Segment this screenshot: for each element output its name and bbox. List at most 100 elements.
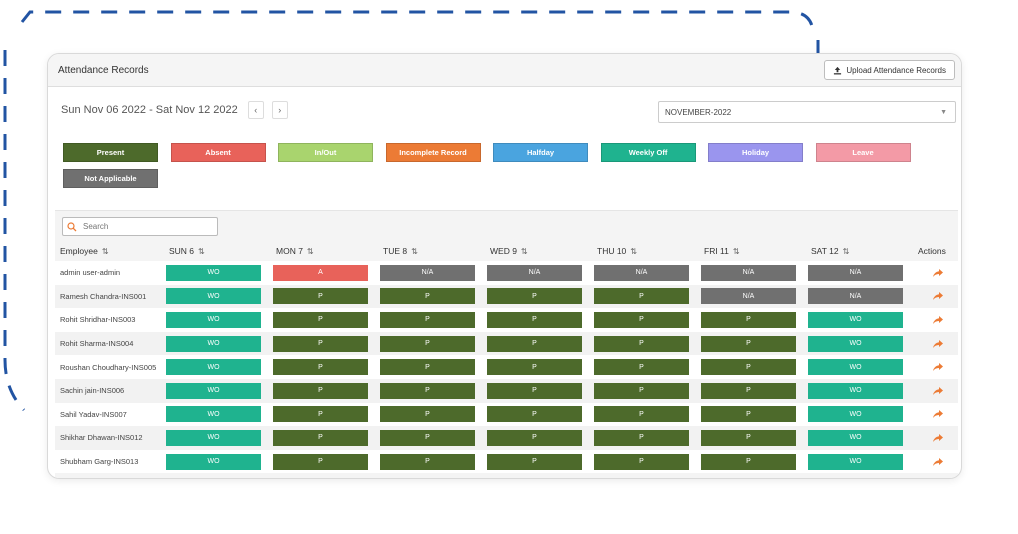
attendance-status-badge[interactable]: P (487, 453, 582, 470)
attendance-status-badge[interactable]: P (594, 359, 689, 376)
attendance-status-badge[interactable]: P (487, 288, 582, 305)
attendance-status-badge[interactable]: P (594, 429, 689, 446)
attendance-status-badge[interactable]: P (380, 335, 475, 352)
column-header-label: WED 9 (490, 245, 517, 256)
attendance-status-badge[interactable]: WO (166, 264, 261, 281)
attendance-status-badge[interactable]: WO (166, 359, 261, 376)
chevron-down-icon: ▼ (940, 109, 947, 116)
attendance-status-badge[interactable]: WO (166, 311, 261, 328)
share-arrow-icon[interactable] (933, 292, 943, 301)
attendance-status-badge[interactable]: P (594, 382, 689, 399)
attendance-status-badge[interactable]: P (487, 429, 582, 446)
prev-week-button[interactable]: ‹ (247, 101, 264, 119)
attendance-status-badge[interactable]: P (380, 311, 475, 328)
attendance-status-badge[interactable]: WO (166, 335, 261, 352)
employee-name: Sahil Yadav-INS007 (55, 402, 164, 427)
attendance-status-badge[interactable]: WO (166, 288, 261, 305)
attendance-status-badge[interactable]: N/A (594, 264, 689, 281)
attendance-status-badge[interactable]: WO (808, 335, 903, 352)
attendance-status-badge[interactable]: P (701, 406, 796, 423)
attendance-status-badge[interactable]: P (701, 335, 796, 352)
attendance-status-badge[interactable]: P (701, 359, 796, 376)
attendance-status-badge[interactable]: P (701, 382, 796, 399)
share-arrow-icon[interactable] (933, 410, 943, 419)
attendance-status-badge[interactable]: P (273, 359, 368, 376)
share-arrow-icon[interactable] (933, 268, 943, 277)
attendance-status-badge[interactable]: N/A (701, 264, 796, 281)
attendance-status-badge[interactable]: P (380, 429, 475, 446)
next-week-button[interactable]: › (271, 101, 288, 119)
attendance-status-badge[interactable]: WO (166, 406, 261, 423)
share-arrow-icon[interactable] (933, 315, 943, 324)
attendance-status-badge[interactable]: P (594, 406, 689, 423)
share-arrow-icon[interactable] (933, 457, 943, 466)
date-range-text: Sun Nov 06 2022 - Sat Nov 12 2022 (61, 104, 238, 116)
attendance-status-badge[interactable]: P (487, 311, 582, 328)
column-header[interactable]: TUE 8 ⇅ (378, 240, 485, 261)
attendance-status-badge[interactable]: P (273, 311, 368, 328)
column-header[interactable]: THU 10 ⇅ (592, 240, 699, 261)
upload-attendance-button[interactable]: Upload Attendance Records (824, 60, 955, 80)
attendance-status-badge[interactable]: P (594, 288, 689, 305)
column-header-label: FRI 11 (704, 245, 729, 256)
attendance-status-badge[interactable]: P (380, 406, 475, 423)
share-arrow-icon[interactable] (933, 363, 943, 372)
attendance-status-badge[interactable]: P (380, 359, 475, 376)
attendance-status-badge[interactable]: P (273, 453, 368, 470)
column-header[interactable]: WED 9 ⇅ (485, 240, 592, 261)
column-header[interactable]: FRI 11 ⇅ (699, 240, 806, 261)
sort-icon[interactable]: ⇅ (521, 247, 528, 256)
attendance-status-badge[interactable]: N/A (808, 264, 903, 281)
column-header[interactable]: SAT 12 ⇅ (806, 240, 913, 261)
sort-icon[interactable]: ⇅ (307, 247, 314, 256)
sort-icon[interactable]: ⇅ (102, 247, 109, 256)
attendance-status-badge[interactable]: P (380, 382, 475, 399)
attendance-status-badge[interactable]: P (273, 288, 368, 305)
sort-icon[interactable]: ⇅ (198, 247, 205, 256)
sort-icon[interactable]: ⇅ (411, 247, 418, 256)
attendance-status-badge[interactable]: P (594, 335, 689, 352)
sort-icon[interactable]: ⇅ (843, 247, 850, 256)
column-header[interactable]: Employee ⇅ (55, 240, 164, 261)
search-field[interactable] (62, 217, 218, 236)
sort-icon[interactable]: ⇅ (630, 247, 637, 256)
attendance-status-badge[interactable]: P (487, 382, 582, 399)
search-input[interactable] (81, 221, 215, 232)
attendance-status-badge[interactable]: P (487, 359, 582, 376)
attendance-status-badge[interactable]: P (701, 311, 796, 328)
attendance-status-badge[interactable]: P (594, 453, 689, 470)
attendance-status-badge[interactable]: P (380, 453, 475, 470)
attendance-status-badge[interactable]: P (380, 288, 475, 305)
attendance-status-badge[interactable]: WO (808, 406, 903, 423)
column-header[interactable]: MON 7 ⇅ (271, 240, 378, 261)
attendance-status-badge[interactable]: N/A (701, 288, 796, 305)
attendance-status-badge[interactable]: WO (808, 311, 903, 328)
legend-absent: Absent (170, 143, 266, 162)
attendance-status-badge[interactable]: WO (166, 453, 261, 470)
attendance-status-badge[interactable]: N/A (487, 264, 582, 281)
sort-icon[interactable]: ⇅ (733, 247, 740, 256)
share-arrow-icon[interactable] (933, 339, 943, 348)
attendance-status-badge[interactable]: P (594, 311, 689, 328)
attendance-status-badge[interactable]: WO (808, 453, 903, 470)
month-select[interactable]: NOVEMBER-2022 ▼ (658, 101, 956, 123)
attendance-status-badge[interactable]: P (701, 429, 796, 446)
attendance-status-badge[interactable]: P (701, 453, 796, 470)
attendance-status-badge[interactable]: WO (808, 429, 903, 446)
attendance-status-badge[interactable]: P (487, 406, 582, 423)
attendance-status-badge[interactable]: WO (166, 429, 261, 446)
column-header[interactable]: SUN 6 ⇅ (164, 240, 271, 261)
attendance-status-badge[interactable]: N/A (808, 288, 903, 305)
attendance-status-badge[interactable]: P (273, 429, 368, 446)
attendance-status-badge[interactable]: P (273, 335, 368, 352)
attendance-status-badge[interactable]: P (487, 335, 582, 352)
attendance-status-badge[interactable]: WO (808, 382, 903, 399)
attendance-status-badge[interactable]: WO (808, 359, 903, 376)
attendance-status-badge[interactable]: P (273, 406, 368, 423)
attendance-status-badge[interactable]: N/A (380, 264, 475, 281)
attendance-status-badge[interactable]: WO (166, 382, 261, 399)
attendance-status-badge[interactable]: A (273, 264, 368, 281)
attendance-status-badge[interactable]: P (273, 382, 368, 399)
share-arrow-icon[interactable] (933, 433, 943, 442)
share-arrow-icon[interactable] (933, 386, 943, 395)
